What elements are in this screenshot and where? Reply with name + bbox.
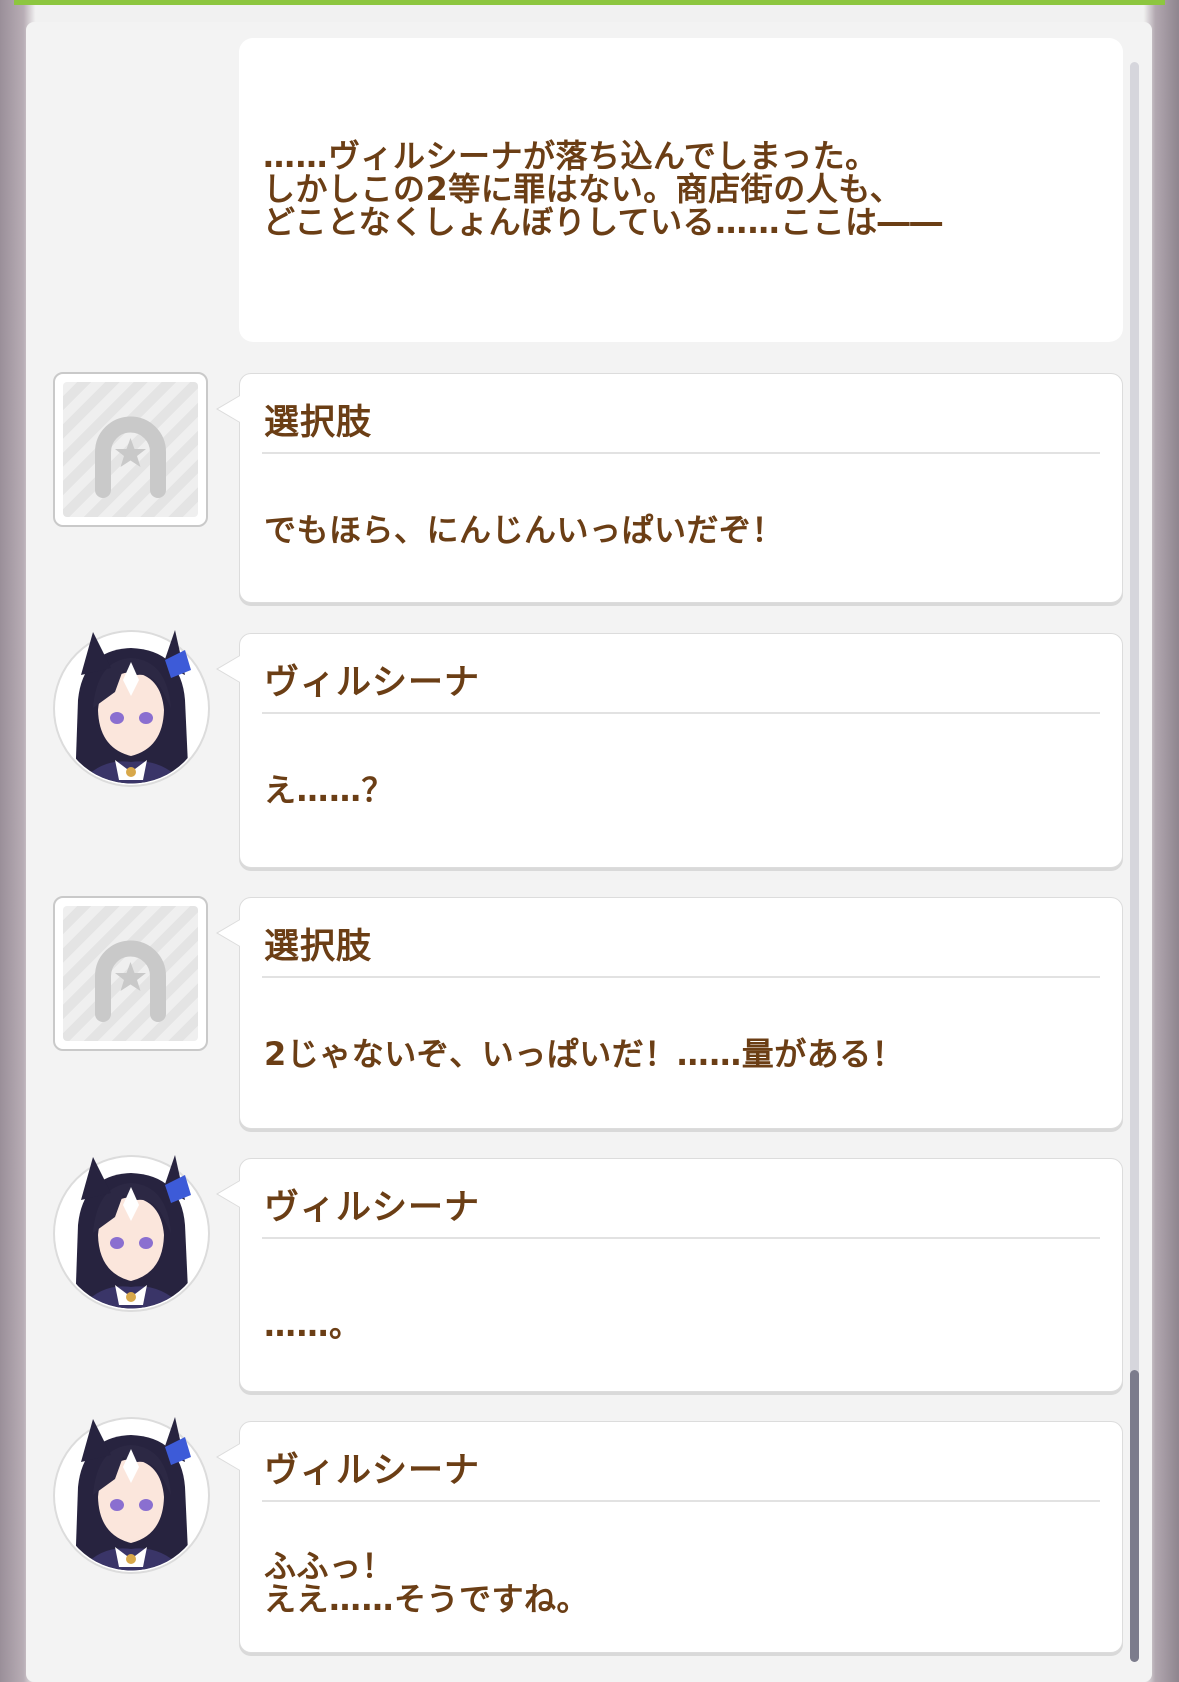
divider xyxy=(262,452,1100,454)
message-text: え……？ xyxy=(264,771,395,809)
divider xyxy=(262,976,1100,978)
choice-bubble: 選択肢 でもほら、にんじんいっぱいだぞ！ xyxy=(216,373,1123,603)
horseshoe-icon xyxy=(95,416,166,498)
message-text: 2じゃないぞ、いっぱいだ！……量がある！ xyxy=(264,1035,905,1073)
character-avatar xyxy=(53,1417,210,1574)
message-text: でもほら、にんじんいっぱいだぞ！ xyxy=(264,511,785,549)
speaker-name: 選択肢 xyxy=(264,403,373,443)
character-portrait-icon xyxy=(75,1417,191,1571)
divider xyxy=(262,712,1100,714)
choice-bubble: 選択肢 2じゃないぞ、いっぱいだ！……量がある！ xyxy=(216,897,1123,1129)
horseshoe-icon xyxy=(95,940,166,1022)
narration-text: ……ヴィルシーナが落ち込んでしまった。 しかしこの2等に罪はない。商店街の人も、… xyxy=(263,137,943,241)
speaker-name: ヴィルシーナ xyxy=(264,663,481,703)
narration-bubble: ……ヴィルシーナが落ち込んでしまった。 しかしこの2等に罪はない。商店街の人も、… xyxy=(239,38,1123,342)
character-portrait-icon xyxy=(75,1155,191,1309)
choice-avatar xyxy=(53,372,208,527)
speaker-name: ヴィルシーナ xyxy=(264,1451,481,1491)
dialogue-bubble: ヴィルシーナ ……。 xyxy=(216,1158,1123,1392)
divider xyxy=(262,1500,1100,1502)
divider xyxy=(262,1237,1100,1239)
character-avatar xyxy=(53,1155,210,1312)
top-accent-bar xyxy=(14,0,1165,5)
scrollbar-thumb[interactable] xyxy=(1130,1370,1139,1662)
dialogue-bubble: ヴィルシーナ え……？ xyxy=(216,633,1123,868)
character-avatar xyxy=(53,630,210,787)
message-text: ふふっ！ ええ……そうですね。 xyxy=(264,1547,590,1618)
message-text: ……。 xyxy=(264,1306,362,1344)
choice-avatar xyxy=(53,896,208,1051)
speaker-name: 選択肢 xyxy=(264,927,373,967)
speaker-name: ヴィルシーナ xyxy=(264,1188,481,1228)
dialogue-bubble: ヴィルシーナ ふふっ！ ええ……そうですね。 xyxy=(216,1421,1123,1653)
character-portrait-icon xyxy=(75,630,191,784)
